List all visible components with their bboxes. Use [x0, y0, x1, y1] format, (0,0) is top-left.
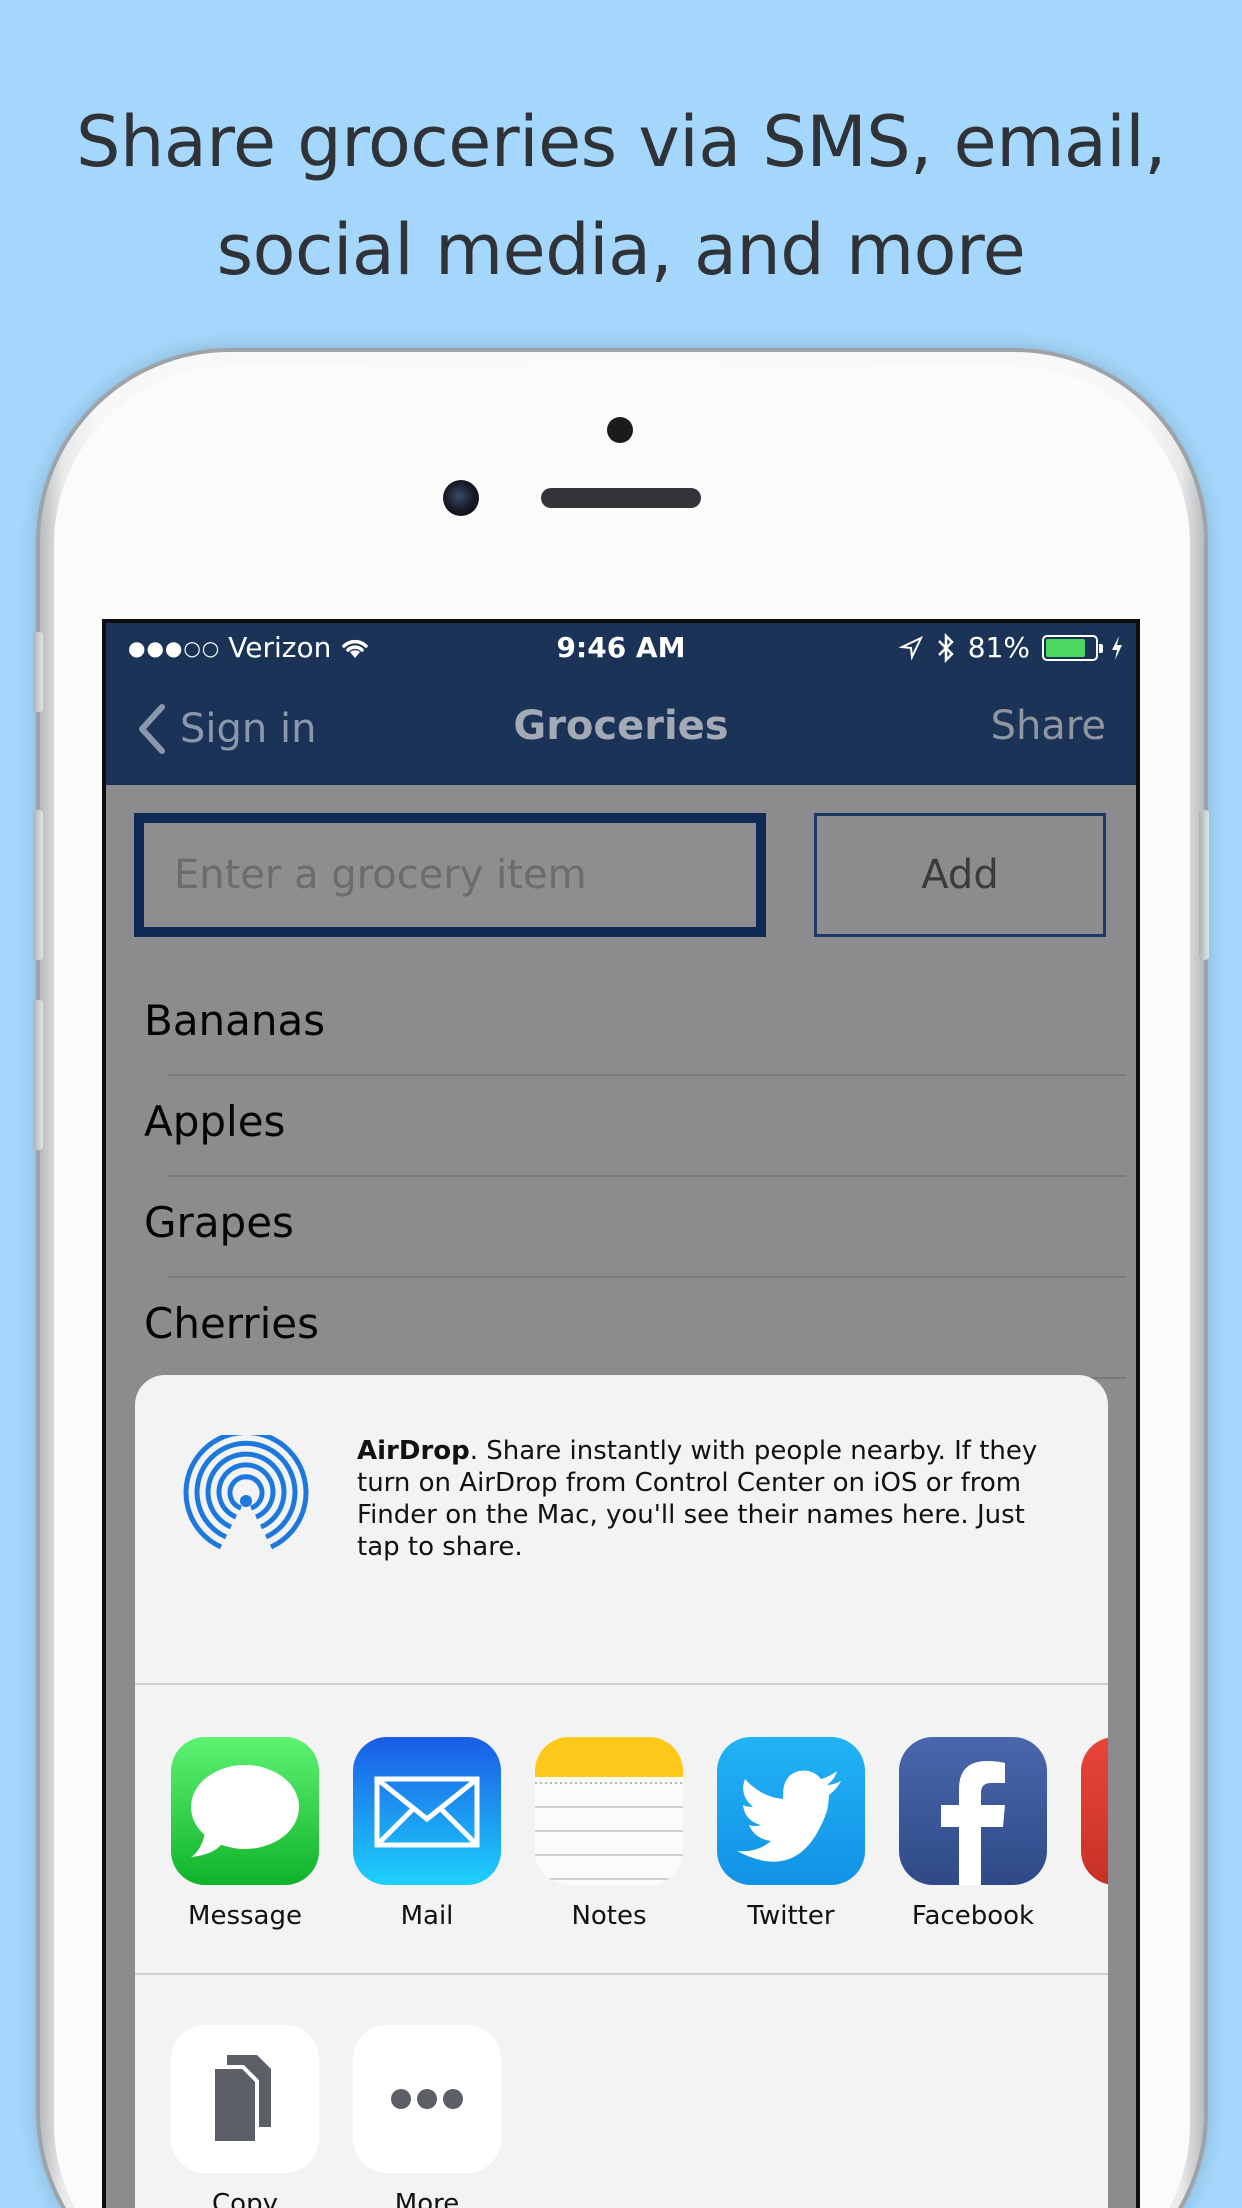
- grocery-row[interactable]: Grapes: [106, 1177, 1136, 1278]
- twitter-icon: [737, 1770, 841, 1862]
- location-icon: [898, 635, 923, 661]
- airdrop-icon: [183, 1435, 309, 1550]
- share-apps-row: Message Mail Notes Twitter Facebook: [171, 1737, 1108, 1931]
- add-button[interactable]: Add: [814, 813, 1106, 937]
- share-app-label: Message: [188, 1901, 302, 1931]
- share-app-mail[interactable]: Mail: [353, 1737, 501, 1931]
- bluetooth-icon: [937, 632, 954, 663]
- headline-line-1: Share groceries via SMS, email,: [76, 101, 1166, 183]
- charging-icon: [1112, 635, 1122, 660]
- copy-icon: [211, 2055, 271, 2145]
- front-sensor: [607, 417, 633, 443]
- power-button: [1199, 810, 1209, 960]
- grocery-row[interactable]: Cherries: [106, 1278, 1136, 1379]
- grocery-row[interactable]: Bananas: [106, 975, 1136, 1076]
- mute-switch: [33, 632, 43, 712]
- share-app-notes[interactable]: Notes: [535, 1737, 683, 1931]
- more-icon: [391, 2089, 463, 2109]
- earpiece-speaker: [541, 488, 701, 508]
- more-action[interactable]: More: [353, 2025, 501, 2208]
- share-app-label: Mail: [400, 1901, 454, 1931]
- share-sheet: AirDrop. Share instantly with people nea…: [135, 1375, 1108, 2208]
- battery-percent: 81%: [967, 631, 1030, 664]
- page-title: Groceries: [513, 703, 729, 749]
- share-app-facebook[interactable]: Facebook: [899, 1737, 1047, 1931]
- airdrop-description: AirDrop. Share instantly with people nea…: [357, 1435, 1057, 1563]
- notes-icon: [535, 1737, 683, 1880]
- headline: Share groceries via SMS, email, social m…: [0, 88, 1242, 304]
- divider: [135, 1973, 1108, 1975]
- volume-down-button: [33, 1000, 43, 1150]
- grocery-list: Bananas Apples Grapes Cherries: [106, 975, 1136, 1379]
- headline-line-2: social media, and more: [216, 209, 1026, 291]
- facebook-icon: [941, 1761, 1005, 1885]
- navigation-bar: Sign in Groceries Share: [106, 675, 1136, 785]
- share-app-label: Notes: [571, 1901, 647, 1931]
- share-app-partial[interactable]: [1081, 1737, 1108, 1931]
- battery-icon: [1042, 634, 1103, 661]
- grocery-item-input[interactable]: Enter a grocery item: [134, 813, 766, 937]
- share-app-label: Facebook: [911, 1901, 1035, 1931]
- share-app-message[interactable]: Message: [171, 1737, 319, 1931]
- volume-up-button: [33, 810, 43, 960]
- action-label: More: [394, 2189, 460, 2208]
- divider: [135, 1683, 1108, 1685]
- share-button[interactable]: Share: [991, 703, 1106, 749]
- share-app-twitter[interactable]: Twitter: [717, 1737, 865, 1931]
- share-app-label: Twitter: [747, 1901, 835, 1931]
- share-actions-row: Copy More: [171, 2025, 501, 2208]
- grocery-row[interactable]: Apples: [106, 1076, 1136, 1177]
- action-label: Copy: [212, 2189, 278, 2208]
- airdrop-section[interactable]: AirDrop. Share instantly with people nea…: [135, 1375, 1108, 1685]
- copy-action[interactable]: Copy: [171, 2025, 319, 2208]
- front-camera: [443, 480, 479, 516]
- airdrop-title: AirDrop: [357, 1436, 470, 1466]
- status-bar: ●●●○○ Verizon 9:46 AM 81%: [106, 623, 1136, 675]
- message-icon: [191, 1765, 299, 1857]
- mail-icon: [374, 1776, 480, 1848]
